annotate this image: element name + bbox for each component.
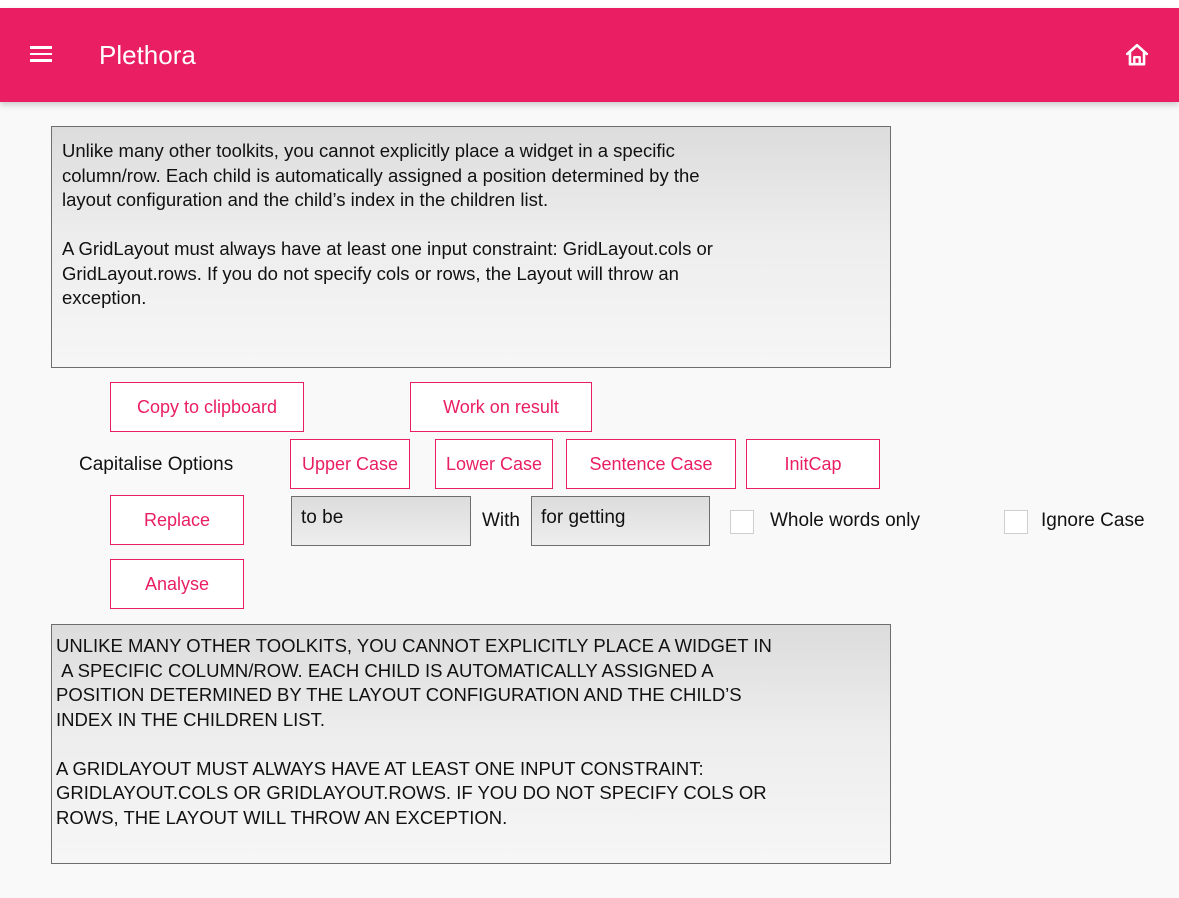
with-label: With	[482, 510, 520, 531]
capitalise-options-label: Capitalise Options	[79, 454, 234, 475]
whole-words-checkbox[interactable]	[730, 510, 754, 534]
result-text-area[interactable]: UNLIKE MANY OTHER TOOLKITS, YOU CANNOT E…	[51, 624, 891, 864]
copy-to-clipboard-button[interactable]: Copy to clipboard	[110, 382, 304, 432]
source-text-area[interactable]: Unlike many other toolkits, you cannot e…	[51, 126, 891, 368]
hamburger-menu-icon[interactable]	[30, 46, 52, 62]
ignore-case-label: Ignore Case	[1041, 510, 1145, 531]
initcap-button[interactable]: InitCap	[746, 439, 880, 489]
lower-case-button[interactable]: Lower Case	[435, 439, 553, 489]
sentence-case-button[interactable]: Sentence Case	[566, 439, 736, 489]
window-top-strip	[0, 0, 1179, 8]
home-icon[interactable]	[1124, 42, 1150, 68]
replace-button[interactable]: Replace	[110, 495, 244, 545]
app-title: Plethora	[99, 40, 196, 70]
work-on-result-button[interactable]: Work on result	[410, 382, 592, 432]
ignore-case-checkbox[interactable]	[1004, 510, 1028, 534]
app-bar: Plethora	[0, 8, 1179, 102]
analyse-button[interactable]: Analyse	[110, 559, 244, 609]
upper-case-button[interactable]: Upper Case	[290, 439, 410, 489]
replace-with-input[interactable]: for getting	[531, 496, 710, 546]
find-text-input[interactable]: to be	[291, 496, 471, 546]
whole-words-label: Whole words only	[770, 510, 920, 531]
